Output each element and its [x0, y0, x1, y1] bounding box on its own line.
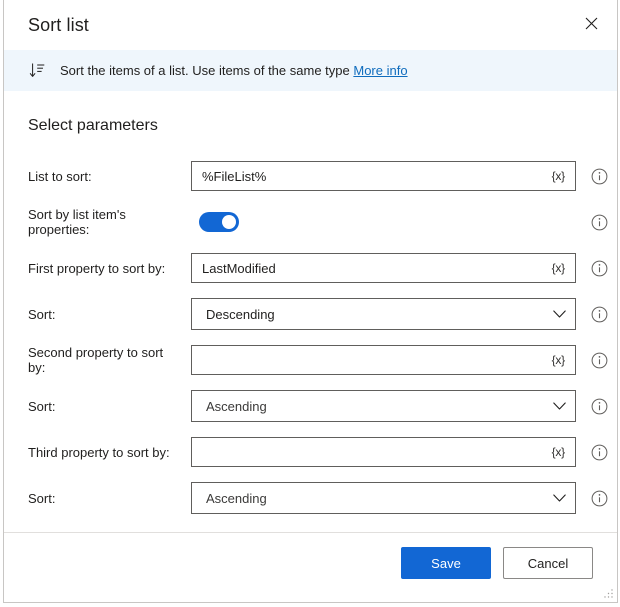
list-to-sort-value: %FileList%: [202, 168, 267, 184]
banner-text: Sort the items of a list. Use items of t…: [60, 63, 408, 78]
field-second-property: {x}: [191, 345, 608, 375]
field-third-property: {x}: [191, 437, 608, 467]
sort-descending-icon: [28, 62, 46, 80]
row-first-sort-order: Sort: Descending: [28, 291, 607, 337]
info-icon[interactable]: [590, 489, 608, 507]
info-icon[interactable]: [590, 213, 608, 231]
variable-picker-icon[interactable]: {x}: [550, 261, 567, 275]
info-icon[interactable]: [590, 397, 608, 415]
save-button[interactable]: Save: [401, 547, 491, 579]
label-list-to-sort: List to sort:: [28, 168, 92, 184]
label-third-sort-order: Sort:: [28, 490, 56, 506]
third-property-input[interactable]: {x}: [191, 437, 576, 467]
info-icon[interactable]: [590, 351, 608, 369]
field-second-sort-order: Ascending: [191, 390, 608, 422]
variable-picker-icon[interactable]: {x}: [550, 353, 567, 367]
page-title: Select parameters: [28, 117, 158, 134]
field-third-sort-order: Ascending: [191, 482, 608, 514]
cancel-button[interactable]: Cancel: [503, 547, 593, 579]
row-second-property: Second property to sort by: {x}: [28, 337, 607, 383]
field-first-property: LastModified {x}: [191, 253, 608, 283]
label-first-property: First property to sort by:: [28, 260, 166, 276]
dialog-title: Sort list: [28, 14, 89, 35]
banner-description: Sort the items of a list. Use items of t…: [60, 63, 350, 78]
footer-actions: Save Cancel: [401, 547, 593, 579]
dialog-titlebar: Sort list: [4, 0, 617, 50]
row-sort-by-properties: Sort by list item's properties:: [28, 199, 607, 245]
variable-picker-icon[interactable]: {x}: [550, 445, 567, 459]
sort-by-properties-toggle[interactable]: [199, 212, 239, 232]
label-first-sort-order: Sort:: [28, 306, 56, 322]
second-sort-order-value: Ascending: [206, 398, 267, 414]
toggle-container: [191, 212, 576, 232]
info-icon[interactable]: [590, 167, 608, 185]
variable-picker-icon[interactable]: {x}: [550, 169, 567, 183]
first-sort-order-dropdown[interactable]: Descending: [191, 298, 576, 330]
dialog-footer: Save Cancel: [4, 532, 617, 602]
row-list-to-sort: List to sort: %FileList% {x}: [28, 153, 607, 199]
label-second-property: Second property to sort by:: [28, 345, 164, 375]
first-property-value: LastModified: [202, 260, 276, 276]
row-third-sort-order: Sort: Ascending: [28, 475, 607, 521]
info-icon[interactable]: [590, 305, 608, 323]
sort-list-dialog: Sort list Sort the items of a list. Use …: [3, 0, 618, 603]
chevron-down-icon: [551, 490, 567, 506]
second-sort-order-dropdown[interactable]: Ascending: [191, 390, 576, 422]
label-sort-by-properties: Sort by list item's properties:: [28, 207, 126, 237]
first-property-input[interactable]: LastModified {x}: [191, 253, 576, 283]
label-third-property: Third property to sort by:: [28, 444, 170, 460]
row-third-property: Third property to sort by: {x}: [28, 429, 607, 475]
list-to-sort-input[interactable]: %FileList% {x}: [191, 161, 576, 191]
third-sort-order-dropdown[interactable]: Ascending: [191, 482, 576, 514]
second-property-input[interactable]: {x}: [191, 345, 576, 375]
info-icon[interactable]: [590, 443, 608, 461]
dialog-content: Select parameters List to sort: %FileLis…: [4, 91, 617, 532]
row-second-sort-order: Sort: Ascending: [28, 383, 607, 429]
row-first-property: First property to sort by: LastModified …: [28, 245, 607, 291]
first-sort-order-value: Descending: [206, 306, 275, 322]
info-icon[interactable]: [590, 259, 608, 277]
toggle-knob: [222, 215, 236, 229]
resize-grip[interactable]: [602, 587, 614, 599]
chevron-down-icon: [551, 398, 567, 414]
parameters-list: List to sort: %FileList% {x} Sort by lis…: [28, 153, 607, 521]
more-info-link[interactable]: More info: [353, 63, 407, 78]
info-banner: Sort the items of a list. Use items of t…: [4, 50, 617, 91]
close-icon[interactable]: [571, 6, 611, 40]
field-first-sort-order: Descending: [191, 298, 608, 330]
field-sort-by-properties: [191, 212, 608, 232]
third-sort-order-value: Ascending: [206, 490, 267, 506]
chevron-down-icon: [551, 306, 567, 322]
field-list-to-sort: %FileList% {x}: [191, 161, 608, 191]
label-second-sort-order: Sort:: [28, 398, 56, 414]
